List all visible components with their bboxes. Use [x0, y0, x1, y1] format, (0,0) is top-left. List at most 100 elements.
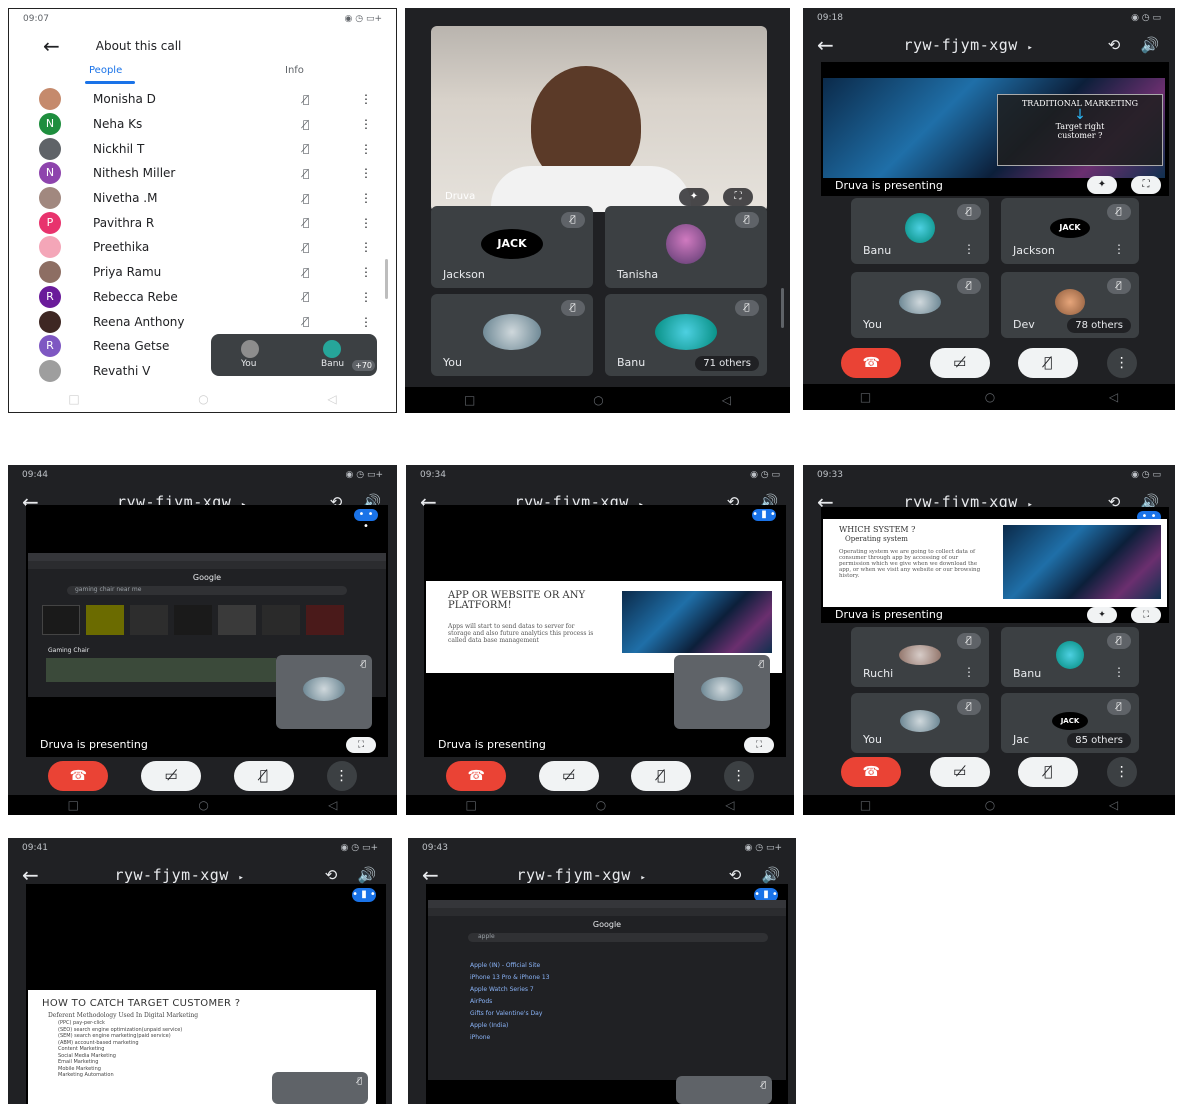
participant-tile[interactable]: 🎙̸ You	[851, 693, 989, 753]
mini-call-overlay[interactable]: You Banu +70	[211, 334, 377, 376]
self-view-pip[interactable]: 🎙̸	[276, 655, 372, 729]
fullscreen-icon[interactable]: ⛶	[744, 737, 774, 753]
mic-off-icon[interactable]: 🎙̸	[276, 142, 336, 155]
mic-off-icon[interactable]: 🎙̸	[276, 192, 336, 205]
product-card[interactable]	[130, 605, 168, 635]
switch-camera-icon[interactable]: ⟲	[1103, 36, 1125, 54]
mic-off-icon[interactable]: 🎙̸	[276, 266, 336, 279]
meeting-code[interactable]: ryw-fjym-xgw ▸	[848, 36, 1089, 54]
more-icon[interactable]: ⋮	[1113, 242, 1125, 256]
fullscreen-icon[interactable]: ⛶	[1131, 176, 1161, 194]
end-call-button[interactable]: ☎	[841, 348, 902, 378]
home-icon[interactable]: ○	[596, 798, 606, 812]
back-nav-icon[interactable]: ◁	[722, 393, 731, 407]
more-options-button[interactable]: ⋮	[1106, 348, 1137, 378]
scrollbar[interactable]	[781, 288, 784, 328]
pin-icon[interactable]: ✦	[1087, 607, 1117, 623]
back-arrow-icon[interactable]: ←	[22, 865, 39, 885]
camera-off-button[interactable]: ▭̸	[929, 757, 990, 787]
end-call-button[interactable]: ☎	[446, 761, 507, 791]
product-card[interactable]	[306, 605, 344, 635]
more-icon[interactable]: ⋮	[1113, 665, 1125, 679]
tab-info[interactable]: Info	[285, 65, 304, 76]
tab-people[interactable]: People	[89, 65, 122, 76]
list-item[interactable]: Monisha D 🎙̸ ⋮	[9, 87, 396, 112]
others-count[interactable]: 85 others	[1067, 733, 1131, 748]
more-options-button[interactable]: ⋮	[723, 761, 754, 791]
search-result-link[interactable]: Gifts for Valentine's Day	[470, 1008, 786, 1020]
switch-camera-icon[interactable]: ⟲	[320, 866, 342, 884]
search-result-link[interactable]: iPhone	[470, 1032, 786, 1044]
recent-apps-icon[interactable]: □	[464, 393, 475, 407]
more-icon[interactable]: ⋮	[336, 191, 396, 205]
participant-tile[interactable]: 🎙̸ Banu ⋮	[1001, 627, 1139, 687]
meeting-code[interactable]: ryw-fjym-xgw ▸	[453, 866, 710, 884]
back-nav-icon[interactable]: ◁	[725, 798, 734, 812]
list-item[interactable]: Priya Ramu 🎙̸ ⋮	[9, 260, 396, 285]
mic-off-icon[interactable]: 🎙̸	[276, 216, 336, 229]
recent-apps-icon[interactable]: □	[68, 798, 79, 812]
back-nav-icon[interactable]: ◁	[1109, 390, 1118, 404]
search-result-link[interactable]: iPhone 13 Pro & iPhone 13	[470, 972, 786, 984]
more-icon[interactable]: ⋮	[336, 142, 396, 156]
mic-off-button[interactable]: 🎙̸	[1018, 757, 1079, 787]
scrollbar[interactable]	[385, 259, 388, 299]
home-icon[interactable]: ○	[198, 798, 208, 812]
back-nav-icon[interactable]: ◁	[1109, 798, 1118, 812]
product-card[interactable]	[86, 605, 124, 635]
mic-off-icon[interactable]: 🎙̸	[276, 241, 336, 254]
fullscreen-icon[interactable]: ⛶	[723, 188, 753, 206]
more-icon[interactable]: ⋮	[336, 216, 396, 230]
participant-tile[interactable]: 🎙̸ Banu 71 others	[605, 294, 767, 376]
pin-icon[interactable]: ✦	[1087, 176, 1117, 194]
product-card[interactable]	[174, 605, 212, 635]
participant-tile[interactable]: 🎙̸ JACK Jackson ⋮	[1001, 198, 1139, 264]
mic-off-icon[interactable]: 🎙̸	[276, 290, 336, 303]
back-arrow-icon[interactable]: ←	[422, 865, 439, 885]
mic-off-icon[interactable]: 🎙̸	[276, 93, 336, 106]
list-item[interactable]: R Rebecca Rebe 🎙̸ ⋮	[9, 285, 396, 310]
self-view-pip[interactable]: 🎙̸	[676, 1076, 772, 1104]
search-result-link[interactable]: Apple (India)	[470, 1020, 786, 1032]
mic-off-button[interactable]: 🎙̸	[233, 761, 294, 791]
more-icon[interactable]: ⋮	[336, 240, 396, 254]
mic-off-icon[interactable]: 🎙̸	[276, 118, 336, 131]
camera-off-button[interactable]: ▭̸	[929, 348, 990, 378]
mic-off-icon[interactable]: 🎙̸	[276, 167, 336, 180]
speaker-icon[interactable]: 🔊	[760, 866, 782, 884]
home-icon[interactable]: ○	[593, 393, 603, 407]
more-icon[interactable]: ⋮	[963, 665, 975, 679]
back-arrow-icon[interactable]: ←	[43, 36, 60, 56]
more-icon[interactable]: ⋮	[336, 166, 396, 180]
participant-tile[interactable]: 🎙̸ JACK Jac 85 others	[1001, 693, 1139, 753]
pin-icon[interactable]: ✦	[679, 188, 709, 206]
recent-apps-icon[interactable]: □	[860, 390, 871, 404]
list-item[interactable]: P Pavithra R 🎙̸ ⋮	[9, 210, 396, 235]
fullscreen-icon[interactable]: ⛶	[1131, 607, 1161, 623]
speaker-icon[interactable]: 🔊	[356, 866, 378, 884]
others-count[interactable]: 71 others	[695, 356, 759, 371]
home-icon[interactable]: ○	[985, 390, 995, 404]
participant-tile[interactable]: 🎙̸ Banu ⋮	[851, 198, 989, 264]
meeting-code[interactable]: ryw-fjym-xgw ▸	[53, 866, 306, 884]
self-view-pip[interactable]: 🎙̸	[272, 1072, 368, 1104]
recent-apps-icon[interactable]: □	[465, 798, 476, 812]
more-options-button[interactable]: ⋮	[326, 761, 357, 791]
product-card[interactable]	[218, 605, 256, 635]
back-nav-icon[interactable]: ◁	[327, 392, 336, 406]
fullscreen-icon[interactable]: ⛶	[346, 737, 376, 753]
switch-camera-icon[interactable]: ⟲	[724, 866, 746, 884]
list-item[interactable]: Reena Anthony 🎙̸ ⋮	[9, 309, 396, 334]
more-icon[interactable]: ⋮	[336, 117, 396, 131]
search-result-link[interactable]: Apple (IN) - Official Site	[470, 960, 786, 972]
end-call-button[interactable]: ☎	[841, 757, 902, 787]
list-item[interactable]: N Nithesh Miller 🎙̸ ⋮	[9, 161, 396, 186]
recent-apps-icon[interactable]: □	[860, 798, 871, 812]
speaker-icon[interactable]: 🔊	[1139, 36, 1161, 54]
list-item[interactable]: N Neha Ks 🎙̸ ⋮	[9, 112, 396, 137]
search-box[interactable]: gaming chair near me	[67, 586, 347, 595]
list-item[interactable]: Preethika 🎙̸ ⋮	[9, 235, 396, 260]
home-icon[interactable]: ○	[198, 392, 208, 406]
list-item[interactable]: Nivetha .M 🎙̸ ⋮	[9, 186, 396, 211]
more-icon[interactable]: ⋮	[963, 242, 975, 256]
